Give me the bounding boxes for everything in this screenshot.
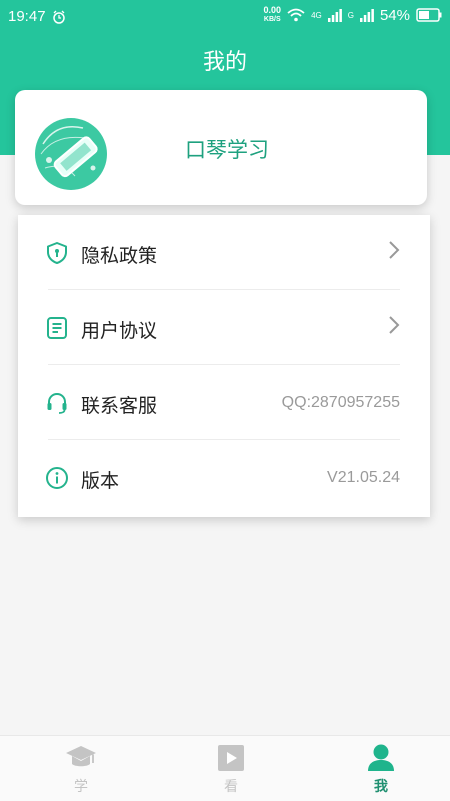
battery-icon bbox=[416, 8, 442, 22]
battery-percent: 54% bbox=[379, 6, 410, 24]
profile-name: 口琴学习 bbox=[185, 138, 269, 162]
menu-item-label: 用户协议 bbox=[81, 320, 158, 342]
signal-icon-2 bbox=[359, 8, 374, 22]
status-bar: 19:47 0.00 KB/S 4G G 54% bbox=[0, 0, 450, 32]
menu-item-label: 隐私政策 bbox=[81, 245, 158, 267]
tab-watch[interactable]: 看 bbox=[156, 736, 306, 801]
tab-label: 学 bbox=[74, 779, 88, 795]
version-value: V21.05.24 bbox=[327, 469, 400, 486]
tab-learn[interactable]: 学 bbox=[6, 736, 156, 801]
status-time: 19:47 bbox=[8, 8, 46, 25]
menu-item-customer-service[interactable]: 联系客服 QQ:2870957255 bbox=[18, 365, 430, 440]
menu-item-privacy-policy[interactable]: 隐私政策 bbox=[18, 215, 430, 290]
play-video-icon bbox=[218, 745, 244, 771]
signal-label-4g: 4G bbox=[311, 10, 322, 20]
customer-service-qq: QQ:2870957255 bbox=[281, 394, 400, 411]
bottom-tab-bar: 学 看 我 bbox=[0, 735, 450, 801]
user-icon bbox=[368, 744, 394, 771]
chevron-right-icon bbox=[389, 241, 400, 259]
menu-item-version[interactable]: 版本 V21.05.24 bbox=[18, 440, 430, 515]
profile-card[interactable]: 口琴学习 bbox=[15, 90, 427, 205]
menu-item-label: 联系客服 bbox=[81, 395, 158, 417]
chevron-right-icon bbox=[389, 316, 400, 334]
menu-card: 隐私政策 用户协议 联系客服 QQ:2870957255 版本 V21.05.2… bbox=[18, 215, 430, 517]
shield-lock-icon bbox=[47, 242, 67, 264]
wifi-icon bbox=[287, 8, 305, 22]
tab-label: 我 bbox=[374, 779, 388, 795]
signal-icon bbox=[327, 8, 342, 22]
net-speed: 0.00 KB/S bbox=[263, 5, 282, 24]
menu-item-label: 版本 bbox=[81, 470, 120, 492]
document-icon bbox=[47, 317, 67, 339]
signal-label-g: G bbox=[347, 10, 354, 20]
tab-label: 看 bbox=[224, 779, 238, 795]
info-icon bbox=[46, 467, 68, 489]
tab-me[interactable]: 我 bbox=[306, 736, 450, 801]
page-title: 我的 bbox=[202, 50, 247, 75]
graduation-cap-icon bbox=[66, 746, 96, 767]
harmonica-avatar-icon[interactable] bbox=[35, 118, 107, 190]
alarm-icon bbox=[52, 10, 65, 24]
headset-icon bbox=[47, 392, 67, 414]
menu-item-user-agreement[interactable]: 用户协议 bbox=[18, 290, 430, 365]
